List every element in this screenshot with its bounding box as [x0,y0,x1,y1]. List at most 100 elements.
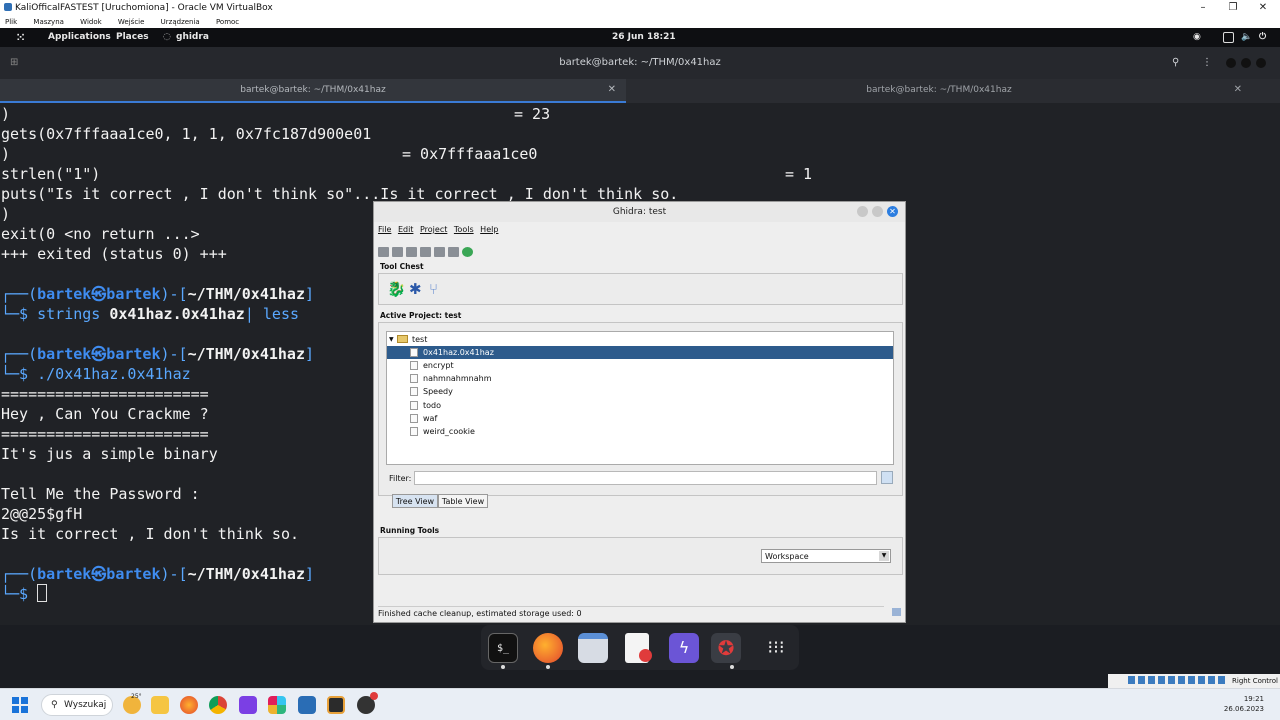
show-apps-icon[interactable]: ⁝⁝⁝ [761,633,791,663]
tree-item-waf[interactable]: waf [387,412,893,425]
file-explorer-icon[interactable] [151,696,169,714]
host-key-label: Right Control [1232,677,1278,685]
command-line[interactable]: └─$ [1,584,48,604]
menu-edit[interactable]: Edit [398,225,414,234]
tab-table-view[interactable]: Table View [438,494,488,508]
maximize-button[interactable]: ❐ [1218,0,1248,16]
link-icon[interactable] [448,247,459,257]
volume-icon[interactable]: 🔈 [1241,28,1252,47]
close-button[interactable]: ✕ [1248,0,1278,16]
power-icon[interactable]: ⏻ [1259,28,1266,47]
tab-tree-view[interactable]: Tree View [392,494,438,508]
firefox-dock-icon[interactable] [533,633,563,663]
minimize-icon[interactable] [857,206,868,217]
tab-terminal-2[interactable]: bartek@bartek: ~/THM/0x41haz ✕ [626,79,1252,103]
windows-start-icon[interactable] [12,697,29,714]
close-tab-icon[interactable]: ✕ [1234,79,1242,101]
tree-item-speedy[interactable]: Speedy [387,385,893,398]
expand-arrow-icon[interactable]: ▼ [389,333,394,346]
menu-file[interactable]: File [378,225,391,234]
clock-date: 26.06.2023 [1223,705,1264,713]
prompt-line: ┌──(bartek㉿bartek)-[~/THM/0x41haz] [1,565,315,583]
burp-dock-icon[interactable]: ϟ [669,633,699,663]
folder-icon [397,335,408,343]
filter-input[interactable] [414,471,877,485]
file-icon [410,427,418,436]
ghidra-panel-icon: ◌ [163,32,171,42]
save-project-icon[interactable] [406,247,417,257]
tree-item-0x41haz[interactable]: 0x41haz.0x41haz [387,346,893,359]
ghidra-taskbar-item[interactable]: ghidra [176,28,209,47]
term-line: Tell Me the Password : [1,485,200,503]
term-line: +++ exited (status 0) +++ [1,245,227,263]
term-line: ======================= [1,425,209,443]
file-icon [410,361,418,370]
import-icon[interactable] [420,247,431,257]
menu-plik[interactable]: Plik [5,18,17,26]
text-cursor [37,584,48,602]
version-tracking-icon[interactable]: ⑂ [429,280,438,298]
running-indicator [501,665,505,669]
tree-item-nahmnahmnahm[interactable]: nahmnahmnahm [387,372,893,385]
network-icon[interactable]: ◉ [1193,28,1201,47]
menu-project[interactable]: Project [420,225,447,234]
tree-root[interactable]: ▼ test [387,333,893,346]
maximize-dot-icon[interactable] [1241,58,1251,68]
close-icon[interactable]: ✕ [887,206,898,217]
tree-item-todo[interactable]: todo [387,399,893,412]
tree-item-weird-cookie[interactable]: weird_cookie [387,425,893,438]
minimize-button[interactable]: – [1188,0,1218,16]
menu-maszyna[interactable]: Maszyna [33,18,64,26]
ghidra-title: Ghidra: test [612,207,667,217]
panel-clock[interactable]: 26 Jun 18:21 [612,28,676,47]
maximize-icon[interactable] [872,206,883,217]
tree-item-encrypt[interactable]: encrypt [387,359,893,372]
chrome-icon[interactable] [209,696,227,714]
places-menu[interactable]: Places [116,28,149,47]
screen-icon[interactable] [1223,32,1234,43]
slack-icon[interactable] [268,696,286,714]
menu-help[interactable]: Help [480,225,498,234]
taskbar-search[interactable]: ⚲ Wyszukaj [41,694,113,716]
close-dot-icon[interactable] [1256,58,1266,68]
files-dock-icon[interactable] [578,633,608,663]
new-project-icon[interactable] [378,247,389,257]
media-app-icon[interactable] [239,696,257,714]
menu-urzadzenia[interactable]: Urządzenia [161,18,200,26]
ghidra-dock-icon[interactable]: ✪ [711,633,741,663]
command-line: └─$ strings 0x41haz.0x41haz| less [1,305,300,323]
tab-terminal-1[interactable]: bartek@bartek: ~/THM/0x41haz ✕ [0,79,626,103]
taskbar-clock[interactable]: 19:21 26.06.2023 [1224,694,1264,714]
export-icon[interactable] [434,247,445,257]
firefox-taskbar-icon[interactable] [180,696,198,714]
term-line: = 0x7fffaaa1ce0 [402,145,538,163]
applications-menu[interactable]: Applications [48,28,111,47]
search-label: Wyszukaj [64,700,107,710]
workspace-select[interactable]: Workspace ▼ [761,549,891,563]
close-tab-icon[interactable]: ✕ [608,79,616,101]
menu-wejscie[interactable]: Wejście [118,18,145,26]
filter-options-icon[interactable] [881,471,893,484]
refresh-icon[interactable] [462,247,473,257]
term-line: 2@@25$gfH [1,505,83,523]
text-editor-dock-icon[interactable] [625,633,652,663]
vbox-device-icons[interactable] [1128,676,1229,684]
term-line: strlen("1") [1,165,101,183]
status-indicator-icon[interactable] [892,608,901,616]
search-icon[interactable]: ⚲ [1172,47,1179,79]
virtualbox-taskbar-icon[interactable] [298,696,316,714]
project-tree[interactable]: ▼ test 0x41haz.0x41haz encrypt nahmnahmn… [386,331,894,465]
codebrowser-dragon-icon[interactable]: 🐉 [387,280,406,298]
terminal-dock-icon[interactable]: $_ [488,633,518,663]
app-grid-icon[interactable]: ⁙ [16,28,25,47]
menu-widok[interactable]: Widok [80,18,102,26]
menu-icon[interactable]: ⋮ [1202,47,1212,79]
editor-taskbar-icon[interactable] [327,696,345,714]
menu-pomoc[interactable]: Pomoc [216,18,239,26]
open-project-icon[interactable] [392,247,403,257]
minimize-dot-icon[interactable] [1226,58,1236,68]
debugger-icon[interactable]: ✱ [409,280,422,298]
menu-tools[interactable]: Tools [454,225,474,234]
new-tab-icon[interactable]: ⊞ [10,47,18,79]
obs-icon[interactable] [357,692,378,714]
